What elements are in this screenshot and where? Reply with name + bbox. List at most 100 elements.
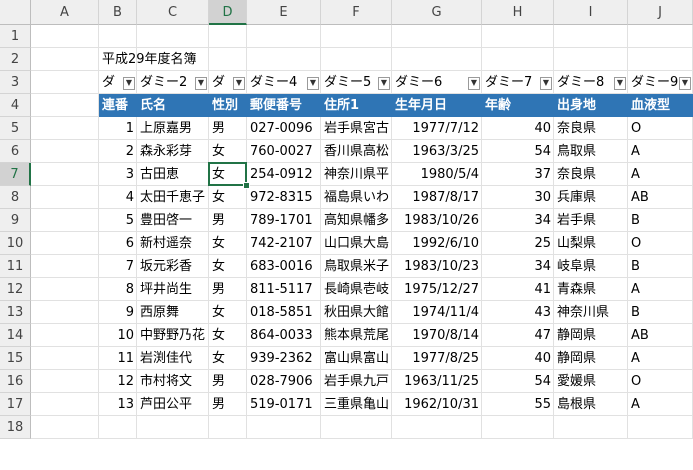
table-cell[interactable]: 女 xyxy=(209,232,247,255)
table-cell[interactable]: AB xyxy=(628,324,693,347)
row-header-17[interactable]: 17 xyxy=(0,393,31,416)
table-cell[interactable]: 811-5117 xyxy=(247,278,321,301)
grid-cell[interactable] xyxy=(99,416,137,439)
filter-dropdown-icon[interactable]: ▼ xyxy=(540,77,552,90)
table-cell[interactable]: 福島県いわ xyxy=(321,186,392,209)
table-cell[interactable]: 972-8315 xyxy=(247,186,321,209)
table-cell[interactable]: 519-0171 xyxy=(247,393,321,416)
grid-cell[interactable] xyxy=(31,163,99,186)
table-cell[interactable]: 女 xyxy=(209,163,247,186)
grid-cell[interactable] xyxy=(392,416,482,439)
table-cell[interactable]: 女 xyxy=(209,255,247,278)
table-cell[interactable]: 2 xyxy=(99,140,137,163)
row-header-11[interactable]: 11 xyxy=(0,255,31,278)
row-header-2[interactable]: 2 xyxy=(0,48,31,71)
table-cell[interactable]: AB xyxy=(628,186,693,209)
fill-handle[interactable] xyxy=(243,182,250,189)
table-cell[interactable]: 山口県大島 xyxy=(321,232,392,255)
row-header-18[interactable]: 18 xyxy=(0,416,31,439)
table-cell[interactable]: 41 xyxy=(482,278,554,301)
table-cell[interactable]: 長崎県壱岐 xyxy=(321,278,392,301)
table-cell[interactable]: 新村遥奈 xyxy=(137,232,209,255)
table-cell[interactable]: 742-2107 xyxy=(247,232,321,255)
row-header-15[interactable]: 15 xyxy=(0,347,31,370)
table-cell[interactable]: 女 xyxy=(209,301,247,324)
table-cell[interactable]: 男 xyxy=(209,209,247,232)
grid-cell[interactable] xyxy=(482,48,554,71)
table-cell[interactable]: 028-7906 xyxy=(247,370,321,393)
grid-cell[interactable] xyxy=(31,48,99,71)
table-cell[interactable]: B xyxy=(628,209,693,232)
filter-dropdown-icon[interactable]: ▼ xyxy=(233,77,245,90)
table-cell[interactable]: O xyxy=(628,370,693,393)
table-cell[interactable]: A xyxy=(628,163,693,186)
table-cell[interactable]: 10 xyxy=(99,324,137,347)
grid-cell[interactable] xyxy=(247,416,321,439)
table-cell[interactable]: 岐阜県 xyxy=(554,255,628,278)
table-cell[interactable]: 西原舞 xyxy=(137,301,209,324)
table-cell[interactable]: 鳥取県米子 xyxy=(321,255,392,278)
table-cell[interactable]: 5 xyxy=(99,209,137,232)
column-header-j[interactable]: J xyxy=(628,0,693,25)
table-cell[interactable]: B xyxy=(628,301,693,324)
grid-cell[interactable] xyxy=(31,140,99,163)
table-header-cell[interactable]: 出身地 xyxy=(554,94,628,117)
table-header-cell[interactable]: 住所1 xyxy=(321,94,392,117)
row-header-7[interactable]: 7 xyxy=(0,163,31,186)
table-cell[interactable]: 神奈川県平 xyxy=(321,163,392,186)
table-cell[interactable]: 47 xyxy=(482,324,554,347)
table-cell[interactable]: 43 xyxy=(482,301,554,324)
table-cell[interactable]: 1992/6/10 xyxy=(392,232,482,255)
filter-dropdown-icon[interactable]: ▼ xyxy=(195,77,207,90)
table-cell[interactable]: 3 xyxy=(99,163,137,186)
table-cell[interactable]: A xyxy=(628,393,693,416)
table-cell[interactable]: 760-0027 xyxy=(247,140,321,163)
table-header-cell[interactable]: 連番 xyxy=(99,94,137,117)
table-cell[interactable]: 789-1701 xyxy=(247,209,321,232)
filter-dropdown-icon[interactable]: ▼ xyxy=(468,77,480,90)
table-cell[interactable]: 1980/5/4 xyxy=(392,163,482,186)
grid-cell[interactable] xyxy=(31,209,99,232)
grid-cell[interactable] xyxy=(392,48,482,71)
table-cell[interactable]: 1977/8/25 xyxy=(392,347,482,370)
row-header-5[interactable]: 5 xyxy=(0,117,31,140)
grid-cell[interactable] xyxy=(99,25,137,48)
table-cell[interactable]: 森永彩芽 xyxy=(137,140,209,163)
table-header-cell[interactable]: 氏名 xyxy=(137,94,209,117)
table-cell[interactable]: 岩手県九戸 xyxy=(321,370,392,393)
table-cell[interactable]: 豊田啓一 xyxy=(137,209,209,232)
table-cell[interactable]: 岩渕佳代 xyxy=(137,347,209,370)
table-cell[interactable]: 芦田公平 xyxy=(137,393,209,416)
table-cell[interactable]: 男 xyxy=(209,393,247,416)
table-cell[interactable]: 34 xyxy=(482,209,554,232)
grid-cell[interactable] xyxy=(31,94,99,117)
row-header-14[interactable]: 14 xyxy=(0,324,31,347)
table-cell[interactable]: A xyxy=(628,140,693,163)
grid-cell[interactable] xyxy=(31,301,99,324)
table-cell[interactable]: 青森県 xyxy=(554,278,628,301)
table-cell[interactable]: 奈良県 xyxy=(554,117,628,140)
row-header-1[interactable]: 1 xyxy=(0,25,31,48)
table-cell[interactable]: 高知県幡多 xyxy=(321,209,392,232)
table-cell[interactable]: 018-5851 xyxy=(247,301,321,324)
table-header-cell[interactable]: 郵便番号 xyxy=(247,94,321,117)
grid-cell[interactable] xyxy=(392,25,482,48)
row-header-12[interactable]: 12 xyxy=(0,278,31,301)
table-cell[interactable]: 女 xyxy=(209,347,247,370)
table-cell[interactable]: 男 xyxy=(209,117,247,140)
table-cell[interactable]: 1970/8/14 xyxy=(392,324,482,347)
table-cell[interactable]: 13 xyxy=(99,393,137,416)
table-cell[interactable]: 女 xyxy=(209,140,247,163)
table-header-cell[interactable]: 年齢 xyxy=(482,94,554,117)
table-cell[interactable]: 54 xyxy=(482,370,554,393)
grid-cell[interactable] xyxy=(247,48,321,71)
row-header-4[interactable]: 4 xyxy=(0,94,31,117)
row-header-13[interactable]: 13 xyxy=(0,301,31,324)
table-cell[interactable]: 静岡県 xyxy=(554,324,628,347)
row-header-9[interactable]: 9 xyxy=(0,209,31,232)
table-header-cell[interactable]: 血液型 xyxy=(628,94,693,117)
table-cell[interactable]: 027-0096 xyxy=(247,117,321,140)
grid-cell[interactable] xyxy=(31,25,99,48)
table-cell[interactable]: 市村将文 xyxy=(137,370,209,393)
table-cell[interactable]: 島根県 xyxy=(554,393,628,416)
